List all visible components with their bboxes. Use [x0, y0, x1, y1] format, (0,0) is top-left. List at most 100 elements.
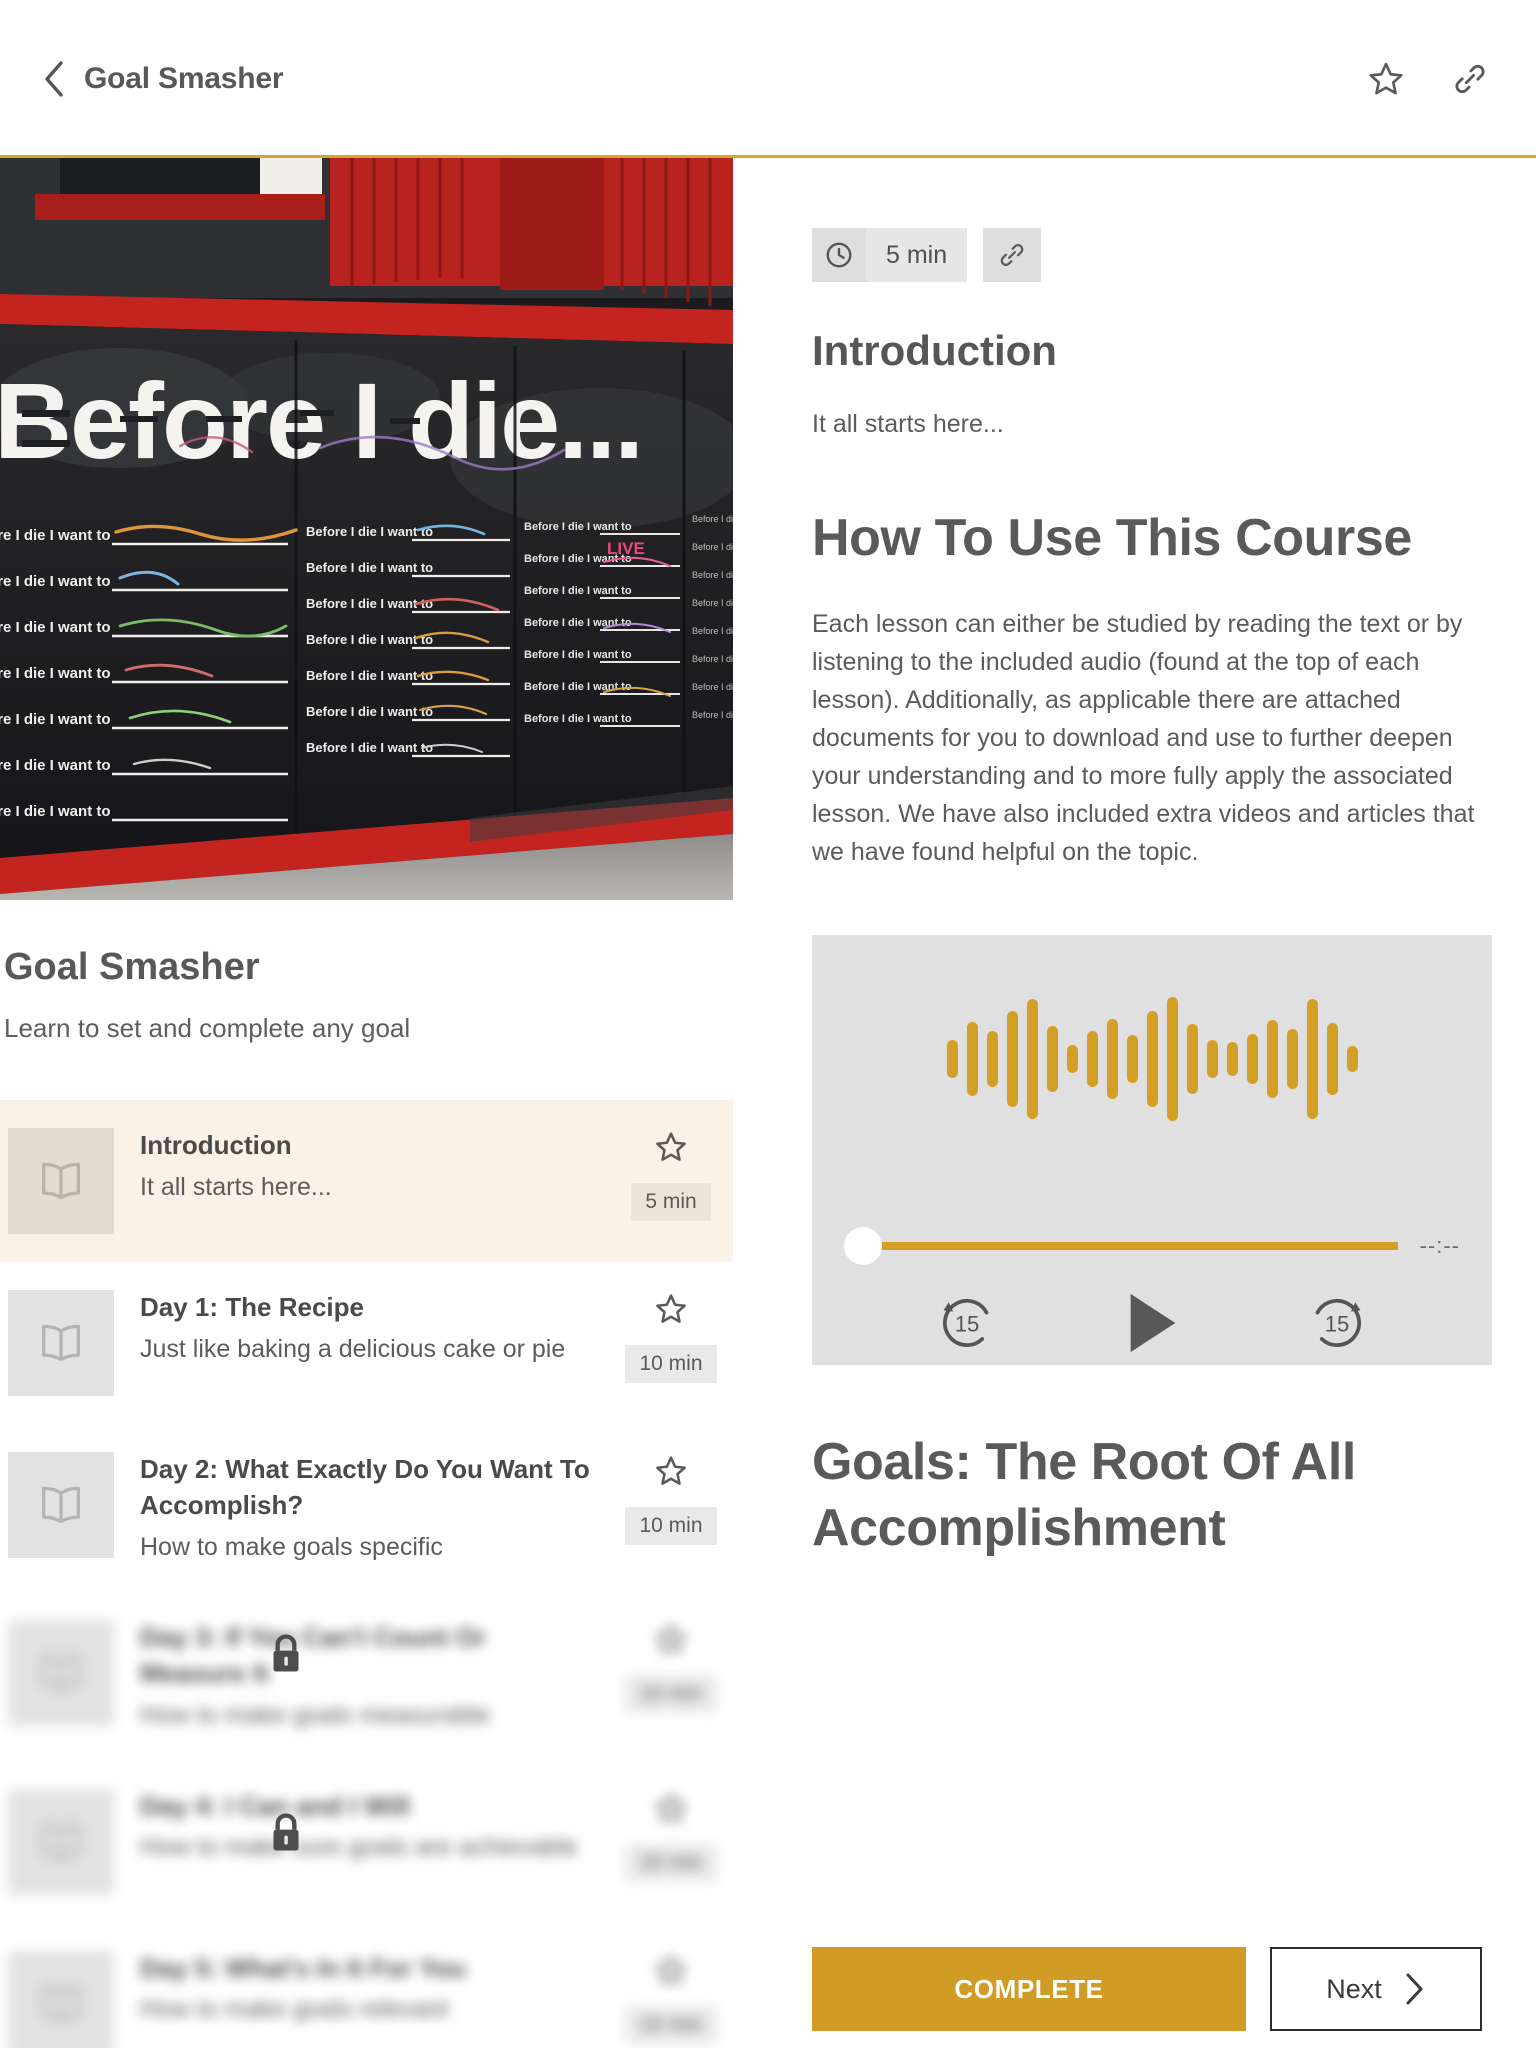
- svg-text:Before I die I want to: Before I die I want to: [524, 681, 632, 693]
- lesson-title: Day 1: The Recipe: [140, 1292, 364, 1322]
- svg-text:Before I die: Before I die: [692, 514, 733, 524]
- list-item[interactable]: Day 1: The Recipe Just like baking a del…: [0, 1262, 733, 1424]
- list-item[interactable]: Introduction It all starts here... 5 min: [0, 1100, 733, 1262]
- list-item[interactable]: Day 3: If You Can't Count Or Measure It …: [0, 1592, 733, 1761]
- lock-icon: [273, 1634, 299, 1672]
- svg-text:15: 15: [954, 1311, 979, 1336]
- audio-seek-handle[interactable]: [844, 1226, 882, 1265]
- lesson-content: 5 min Introduction It all starts here...…: [812, 158, 1492, 2048]
- lesson-duration-badge: 10 min: [625, 1843, 717, 1882]
- audio-current-time: --:--: [1419, 1232, 1460, 1258]
- waveform-bar: [1186, 1023, 1198, 1094]
- lesson-description: How to make goals relevant: [140, 1995, 449, 2024]
- play-button[interactable]: [1122, 1290, 1182, 1356]
- svg-text:Before I die I want to: Before I die I want to: [524, 617, 632, 629]
- lesson-meta: 5 min: [609, 1128, 733, 1234]
- lesson-text: Day 2: What Exactly Do You Want To Accom…: [140, 1452, 609, 1564]
- waveform-bar: [1266, 1019, 1278, 1098]
- lesson-description: How to make sure goals are achievable: [140, 1833, 578, 1862]
- svg-text:Before I die: Before I die: [692, 682, 733, 692]
- lesson-meta: 10 min: [609, 1290, 733, 1396]
- svg-text:Before I die I want to: Before I die I want to: [306, 596, 433, 611]
- lesson-favorite-button[interactable]: [654, 1292, 688, 1331]
- next-button[interactable]: Next: [1270, 1947, 1482, 2031]
- rewind-15-button[interactable]: 15: [933, 1289, 1001, 1357]
- star-outline-icon: [1369, 62, 1403, 94]
- page-title: Goal Smasher: [84, 61, 284, 95]
- svg-text:Before I die: Before I die: [692, 710, 733, 720]
- waveform-bar: [1106, 1018, 1118, 1099]
- lesson-lede: It all starts here...: [812, 409, 1004, 438]
- waveform-bar: [1326, 1022, 1338, 1095]
- favorite-button[interactable]: [1364, 57, 1408, 101]
- lesson-list: Introduction It all starts here... 5 min: [0, 1100, 733, 2048]
- share-link-button[interactable]: [1448, 57, 1492, 101]
- forward-15-button[interactable]: 15: [1303, 1289, 1371, 1357]
- link-icon: [1000, 244, 1024, 266]
- course-hero-image: Before I die... ore I die I want to ore I…: [0, 158, 733, 900]
- book-open-icon: [42, 1654, 80, 1692]
- waveform-bar: [1286, 1028, 1298, 1089]
- lesson-duration-badge: 10 min: [625, 1345, 717, 1383]
- waveform-bar: [1066, 1044, 1078, 1073]
- lesson-favorite-button[interactable]: [654, 1953, 688, 1992]
- waveform-bar: [1146, 1010, 1158, 1107]
- svg-text:Before I die I want to: Before I die I want to: [524, 649, 632, 661]
- lesson-meta: 10 min: [609, 1951, 733, 2048]
- chevron-left-icon: [45, 60, 63, 97]
- lesson-thumbnail: [8, 1620, 114, 1727]
- svg-text:Before I die I want to: Before I die I want to: [524, 521, 632, 533]
- next-button-label: Next: [1326, 1973, 1382, 2004]
- section-heading: How To Use This Course: [812, 508, 1412, 567]
- lesson-heading: Introduction: [812, 327, 1057, 374]
- audio-waveform[interactable]: [812, 996, 1492, 1121]
- lesson-duration-badge: 10 min: [625, 2005, 717, 2044]
- waveform-bar: [1166, 996, 1178, 1121]
- waveform-bar: [1246, 1033, 1258, 1084]
- back-button[interactable]: [36, 57, 70, 101]
- audio-player: --:-- 15 15: [812, 934, 1492, 1365]
- lesson-favorite-button[interactable]: [654, 1622, 688, 1661]
- course-sidebar: Before I die... ore I die I want to ore I…: [0, 158, 733, 2048]
- locked-list-item-wrapper[interactable]: Day 5: What's In It For You How to make …: [0, 1922, 733, 2048]
- lesson-title: Day 5: What's In It For You: [140, 1952, 466, 1983]
- svg-text:ore I die I want to: ore I die I want to: [0, 619, 111, 636]
- svg-text:15: 15: [1325, 1311, 1350, 1336]
- lesson-title: Day 3: If You Can't Count Or Measure It: [140, 1622, 487, 1689]
- svg-text:Before I die: Before I die: [692, 626, 733, 636]
- book-open-icon: [42, 1823, 80, 1860]
- list-item[interactable]: Day 4: I Can and I Will How to make sure…: [0, 1760, 733, 1923]
- waveform-bar: [1346, 1045, 1358, 1072]
- waveform-bar: [966, 1021, 978, 1096]
- star-outline-icon: [656, 1792, 686, 1822]
- svg-text:ore I die I want to: ore I die I want to: [0, 757, 111, 774]
- duration-value: 5 min: [886, 240, 948, 269]
- course-title: Goal Smasher: [4, 946, 260, 988]
- lesson-text: Introduction It all starts here...: [140, 1128, 609, 1234]
- lesson-favorite-button[interactable]: [654, 1454, 688, 1493]
- locked-list-item-wrapper[interactable]: Day 4: I Can and I Will How to make sure…: [0, 1760, 733, 1923]
- complete-button[interactable]: COMPLETE: [812, 1947, 1246, 2031]
- locked-list-item-wrapper[interactable]: Day 3: If You Can't Count Or Measure It …: [0, 1592, 733, 1761]
- lesson-text: Day 5: What's In It For You How to make …: [140, 1951, 609, 2048]
- forward-15-icon: 15: [1315, 1298, 1362, 1347]
- star-outline-icon: [656, 1954, 686, 1984]
- lesson-text: Day 4: I Can and I Will How to make sure…: [140, 1789, 609, 1895]
- waveform-bar: [1306, 998, 1318, 1119]
- svg-text:ore I die I want to: ore I die I want to: [0, 665, 111, 682]
- svg-text:ore I die I want to: ore I die I want to: [0, 711, 111, 728]
- lesson-duration-badge: 10 min: [625, 1675, 717, 1714]
- copy-link-button[interactable]: [983, 228, 1042, 282]
- audio-seek-row: --:--: [812, 1226, 1492, 1265]
- lesson-meta: 10 min: [609, 1452, 733, 1564]
- lesson-favorite-button[interactable]: [654, 1791, 688, 1830]
- lesson-thumbnail: [8, 1950, 114, 2048]
- svg-text:ore I die I want to: ore I die I want to: [0, 527, 111, 544]
- lesson-text: Day 3: If You Can't Count Or Measure It …: [140, 1620, 609, 1732]
- audio-progress-track[interactable]: [874, 1241, 1398, 1250]
- book-open-icon: [42, 1324, 80, 1362]
- lesson-favorite-button[interactable]: [654, 1130, 688, 1169]
- clock-icon-wrap: [812, 228, 866, 282]
- list-item[interactable]: Day 5: What's In It For You How to make …: [0, 1922, 733, 2048]
- list-item[interactable]: Day 2: What Exactly Do You Want To Accom…: [0, 1424, 733, 1593]
